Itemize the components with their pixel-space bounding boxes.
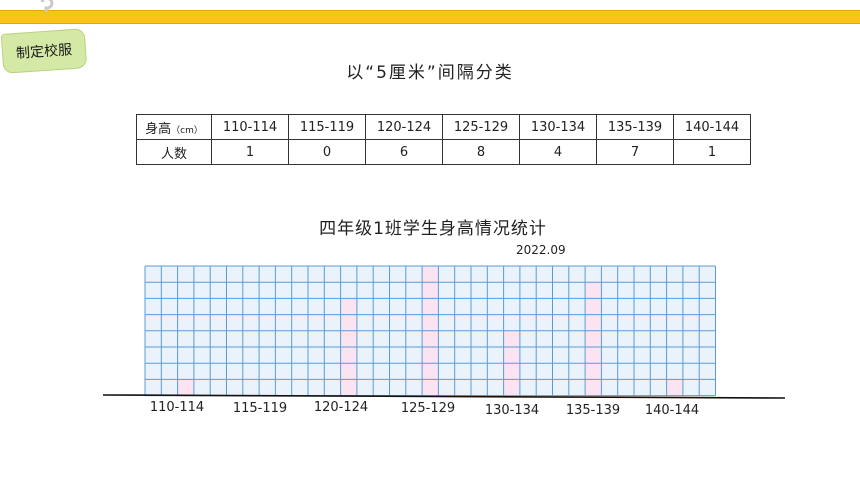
x-tick-labels: 110-114 115-119 120-124 125-129 130-134 135-1… <box>150 400 699 418</box>
x-tick-label: 130-134 <box>485 403 539 418</box>
x-tick-label: 115-119 <box>233 401 287 416</box>
x-tick-label: 120-124 <box>314 400 368 415</box>
x-tick-label: 110-114 <box>150 400 204 415</box>
x-tick-label: 140-144 <box>645 403 699 418</box>
x-tick-label: 135-139 <box>566 403 620 418</box>
x-tick-label: 125-129 <box>401 401 455 416</box>
bar-chart: 110-114 115-119 120-124 125-129 130-134 135-1… <box>102 265 786 418</box>
bar-110-114 <box>177 379 194 396</box>
bar-135-139 <box>585 282 602 396</box>
bar-140-144 <box>666 379 683 396</box>
